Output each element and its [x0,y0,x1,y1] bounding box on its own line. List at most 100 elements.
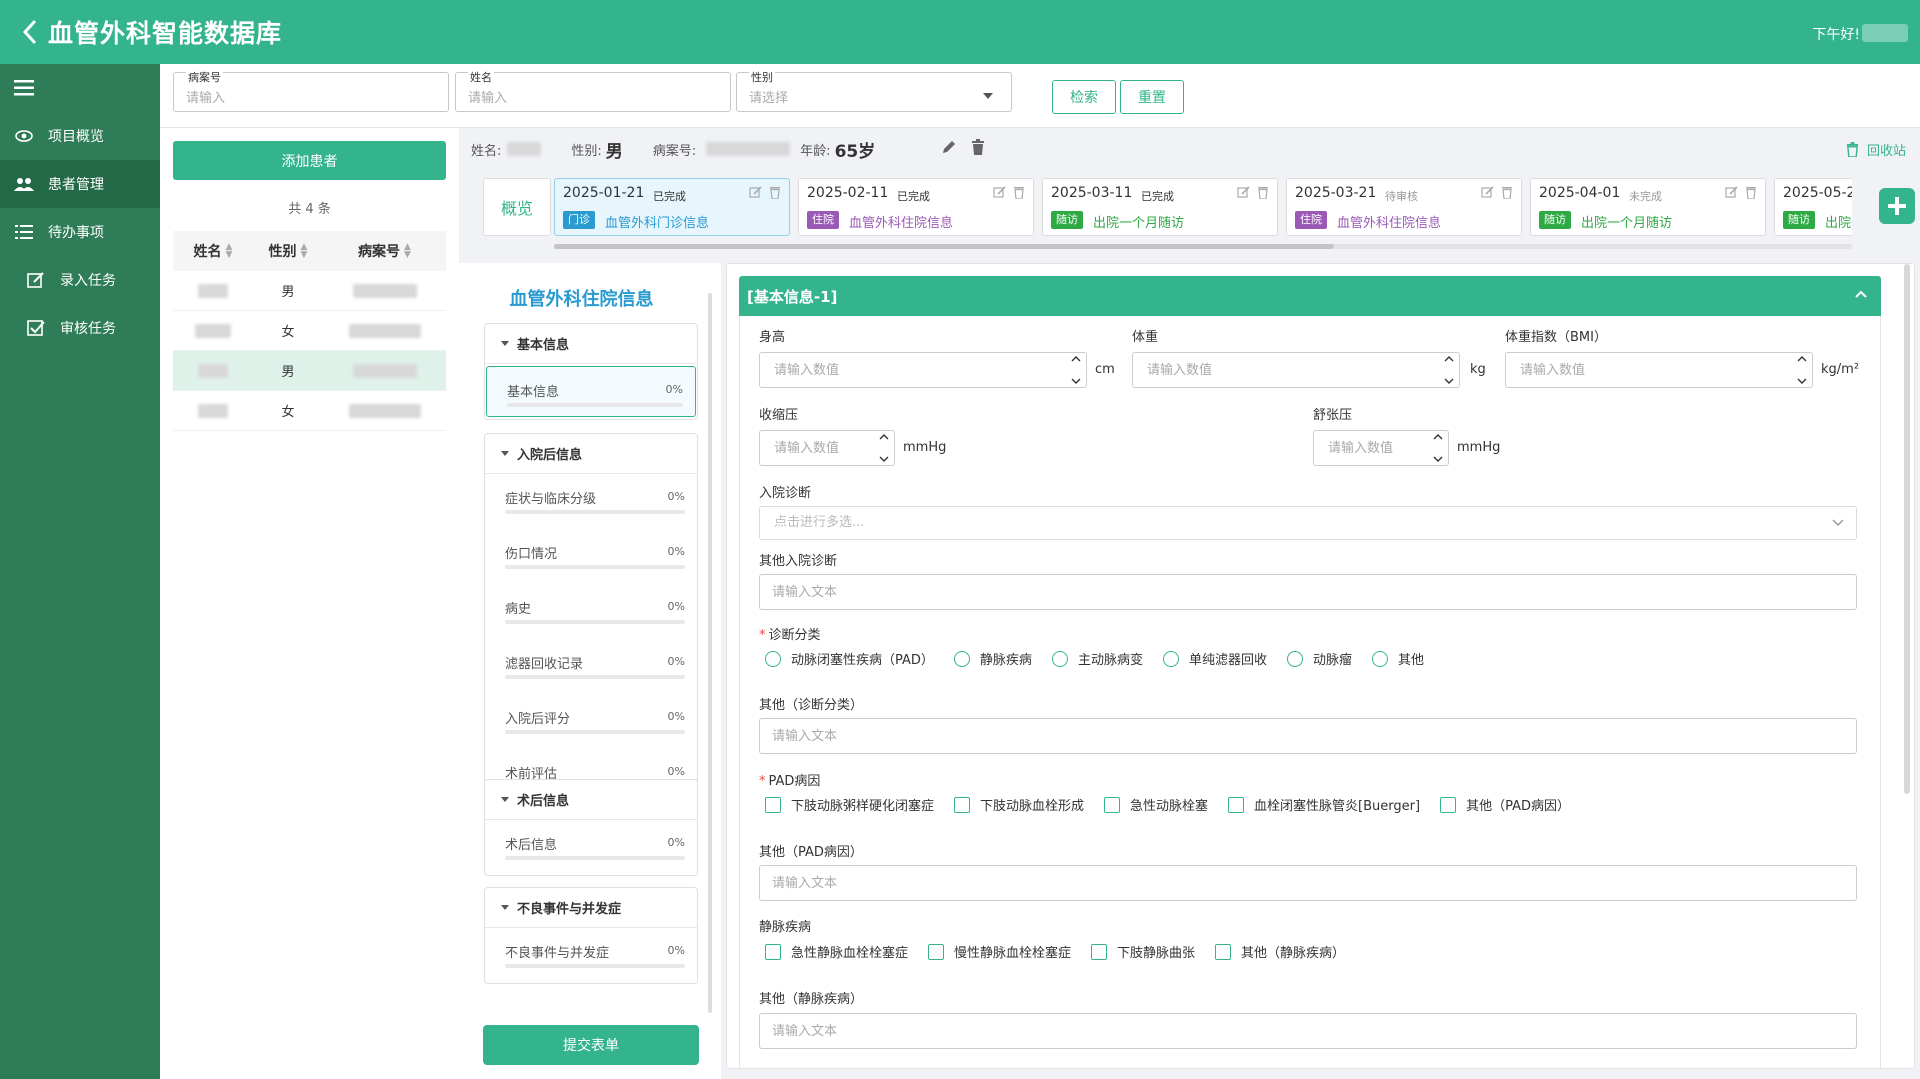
radio-icon[interactable] [1162,650,1179,667]
radio-option[interactable]: 其他 [1366,649,1424,668]
trash-icon[interactable] [769,185,781,199]
checkbox-option[interactable]: 急性静脉血栓栓塞症 [759,942,908,961]
back-button[interactable] [12,0,48,64]
checkbox-option[interactable]: 下肢动脉血栓形成 [948,795,1084,814]
radio-option[interactable]: 单纯滤器回收 [1157,649,1267,668]
other-pad-cause-input[interactable] [760,866,1856,900]
case-number-input[interactable] [174,87,448,109]
visit-card[interactable]: 2025-01-21 已完成 门诊 血管外科门诊信息 [554,178,790,236]
radio-icon[interactable] [1371,650,1388,667]
section-nav-item[interactable]: 伤口情况 0% [485,529,697,584]
checkbox-icon[interactable] [928,943,945,960]
radio-icon[interactable] [765,650,781,667]
section-nav-item[interactable]: 症状与临床分级 0% [485,474,697,529]
column-header-case-number[interactable]: 病案号 ▲ ▼ [323,241,446,261]
section-nav-scrollbar[interactable] [708,293,712,1013]
table-row[interactable]: 女 [173,311,446,351]
add-patient-button[interactable]: 添加患者 [173,141,446,180]
radio-icon[interactable] [1286,650,1303,667]
height-value[interactable] [760,353,1066,387]
sidebar-item-entry-tasks[interactable]: 录入任务 [0,256,160,304]
diastolic-value[interactable] [1314,431,1428,465]
overview-tab[interactable]: 概览 [483,178,551,236]
bmi-input[interactable] [1505,352,1813,388]
add-visit-button[interactable] [1879,188,1915,224]
systolic-input[interactable] [759,430,895,466]
visit-tabs-scrollbar[interactable] [554,244,1852,249]
edit-icon[interactable] [1725,185,1739,199]
column-header-name[interactable]: 姓名 ▲ ▼ [173,241,253,261]
spinner-arrows-icon[interactable] [878,434,890,462]
reset-button[interactable]: 重置 [1120,80,1184,114]
bmi-value[interactable] [1506,353,1792,387]
spinner-arrows-icon[interactable] [1070,356,1082,384]
edit-icon[interactable] [993,185,1007,199]
table-row[interactable]: 女 [173,391,446,431]
diastolic-input[interactable] [1313,430,1449,466]
visit-card[interactable]: 2025-05-21 随访出院 [1774,178,1852,236]
weight-value[interactable] [1133,353,1439,387]
checkbox-option[interactable]: 下肢动脉粥样硬化闭塞症 [759,795,934,814]
admission-diagnosis-select[interactable]: 点击进行多选... [759,506,1857,540]
checkbox-icon[interactable] [1104,796,1121,813]
menu-toggle-button[interactable] [0,64,160,112]
section-group-header[interactable]: 基本信息 [485,324,697,364]
visit-card[interactable]: 2025-03-11 已完成 随访 出院一个月随访 [1042,178,1278,236]
sidebar-item-review-tasks[interactable]: 审核任务 [0,304,160,352]
column-header-gender[interactable]: 性别 ▲ ▼ [253,241,323,261]
form-section-header[interactable]: [基本信息-1] [739,276,1881,316]
visit-card[interactable]: 2025-03-21 待审核 住院 血管外科住院信息 [1286,178,1522,236]
section-nav-item[interactable]: 病史 0% [485,584,697,639]
gender-input[interactable] [737,87,1011,109]
other-admission-diagnosis-input[interactable] [760,575,1856,609]
edit-icon[interactable] [749,185,763,199]
radio-option[interactable]: 动脉瘤 [1281,649,1352,668]
other-venous-disease-field[interactable] [759,1013,1857,1049]
spinner-arrows-icon[interactable] [1796,356,1808,384]
edit-icon[interactable] [1237,185,1251,199]
checkbox-option[interactable]: 其他（静脉疾病） [1209,942,1345,961]
section-nav-item[interactable]: 入院后评分 0% [485,694,697,749]
radio-option[interactable]: 主动脉病变 [1046,649,1143,668]
systolic-value[interactable] [760,431,874,465]
sidebar-item-overview[interactable]: 项目概览 [0,112,160,160]
other-admission-diagnosis-field[interactable] [759,574,1857,610]
height-input[interactable] [759,352,1087,388]
checkbox-icon[interactable] [1091,943,1108,960]
checkbox-icon[interactable] [765,796,781,813]
checkbox-option[interactable]: 其他（PAD病因） [1434,795,1570,814]
sidebar-item-patient-management[interactable]: 患者管理 [0,160,160,208]
trash-icon[interactable] [1013,185,1025,199]
name-field[interactable]: 姓名 [455,72,731,112]
name-input[interactable] [456,87,730,109]
checkbox-option[interactable]: 急性动脉栓塞 [1098,795,1208,814]
edit-patient-button[interactable] [941,139,957,159]
section-nav-item[interactable]: 不良事件与并发症 0% [485,928,697,983]
trash-icon[interactable] [1257,185,1269,199]
case-number-field[interactable]: 病案号 [173,72,449,112]
spinner-arrows-icon[interactable] [1443,356,1455,384]
trash-icon[interactable] [1745,185,1757,199]
section-nav-item[interactable]: 滤器回收记录 0% [485,639,697,694]
other-pad-cause-field[interactable] [759,865,1857,901]
gender-select[interactable]: 性别 [736,72,1012,112]
checkbox-option[interactable]: 血栓闭塞性脉管炎[Buerger] [1222,795,1420,814]
recycle-bin-link[interactable]: 回收站 [1846,140,1906,159]
visit-card[interactable]: 2025-04-01 未完成 随访 出院一个月随访 [1530,178,1766,236]
section-group-header[interactable]: 入院后信息 [485,434,697,474]
radio-option[interactable]: 动脉闭塞性疾病（PAD） [759,649,934,668]
checkbox-icon[interactable] [765,943,781,960]
table-row[interactable]: 男 [173,271,446,311]
checkbox-option[interactable]: 下肢静脉曲张 [1085,942,1195,961]
search-button[interactable]: 检索 [1052,80,1116,114]
checkbox-icon[interactable] [1440,796,1457,813]
other-diagnosis-category-input[interactable] [760,719,1856,753]
radio-option[interactable]: 静脉疾病 [948,649,1032,668]
checkbox-icon[interactable] [954,796,971,813]
section-nav-item[interactable]: 基本信息 0% [486,366,696,417]
checkbox-icon[interactable] [1215,943,1232,960]
checkbox-icon[interactable] [1228,796,1245,813]
radio-icon[interactable] [1051,650,1068,667]
section-group-header[interactable]: 不良事件与并发症 [485,888,697,928]
delete-patient-button[interactable] [971,139,985,159]
